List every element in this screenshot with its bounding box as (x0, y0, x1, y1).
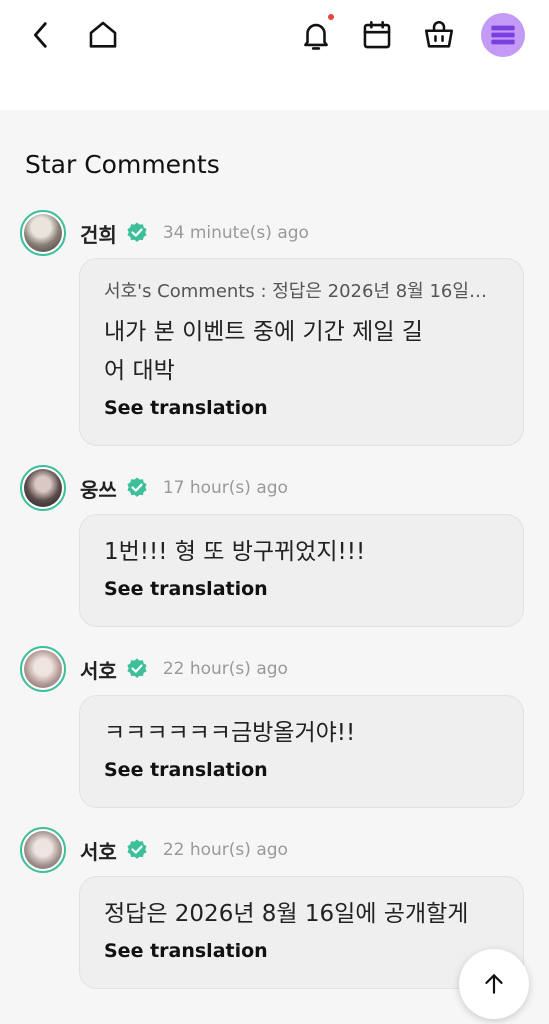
see-translation-link[interactable]: See translation (104, 940, 268, 962)
comment-text: ㅋㅋㅋㅋㅋㅋ금방올거야!! (104, 720, 356, 746)
verified-badge-icon (127, 839, 147, 859)
see-translation-link[interactable]: See translation (104, 578, 268, 600)
comment-text: 1번!!! 형 또 방구뀌었지!!! (104, 539, 366, 565)
author-name[interactable]: 서호 (80, 836, 117, 865)
comment-time: 22 hour(s) ago (162, 659, 288, 679)
quoted-comment[interactable]: 서호's Comments : 정답은 2026년 8월 16일에 공개할게 (104, 277, 499, 303)
avatar[interactable] (20, 465, 66, 511)
comment-time: 34 minute(s) ago (162, 223, 309, 243)
home-icon[interactable] (82, 14, 124, 56)
comment-time: 22 hour(s) ago (162, 840, 288, 860)
arrow-up-icon (485, 974, 503, 994)
avatar[interactable] (20, 646, 66, 692)
top-bar (0, 0, 549, 110)
see-translation-link[interactable]: See translation (104, 397, 268, 419)
avatar[interactable] (20, 827, 66, 873)
comment-bubble: 서호's Comments : 정답은 2026년 8월 16일에 공개할게 내… (79, 258, 524, 446)
avatar[interactable] (20, 210, 66, 256)
bag-icon[interactable] (418, 14, 460, 56)
comment-header: 건희 34 minute(s) ago (20, 210, 309, 256)
scroll-to-top-button[interactable] (459, 949, 529, 1019)
comment-header: 서호 22 hour(s) ago (20, 646, 288, 692)
author-name[interactable]: 건희 (80, 219, 117, 248)
menu-icon[interactable] (481, 13, 525, 57)
comment-bubble: 정답은 2026년 8월 16일에 공개할게 See translation (79, 876, 524, 989)
comment-text: 내가 본 이벤트 중에 기간 제일 길어 대박 (104, 319, 423, 384)
verified-badge-icon (127, 658, 147, 678)
bell-icon[interactable] (295, 14, 337, 56)
comment-text: 정답은 2026년 8월 16일에 공개할게 (104, 901, 469, 927)
author-name[interactable]: 서호 (80, 655, 117, 684)
comment-header: 웅쓰 17 hour(s) ago (20, 465, 288, 511)
section-title: Star Comments (25, 150, 220, 179)
calendar-icon[interactable] (356, 14, 398, 56)
comment-time: 17 hour(s) ago (162, 478, 288, 498)
comment-header: 서호 22 hour(s) ago (20, 827, 288, 873)
see-translation-link[interactable]: See translation (104, 759, 268, 781)
author-name[interactable]: 웅쓰 (80, 474, 117, 503)
back-icon[interactable] (20, 14, 62, 56)
notification-dot (328, 14, 334, 20)
verified-badge-icon (127, 222, 147, 242)
comment-bubble: 1번!!! 형 또 방구뀌었지!!! See translation (79, 514, 524, 627)
verified-badge-icon (127, 477, 147, 497)
comment-bubble: ㅋㅋㅋㅋㅋㅋ금방올거야!! See translation (79, 695, 524, 808)
